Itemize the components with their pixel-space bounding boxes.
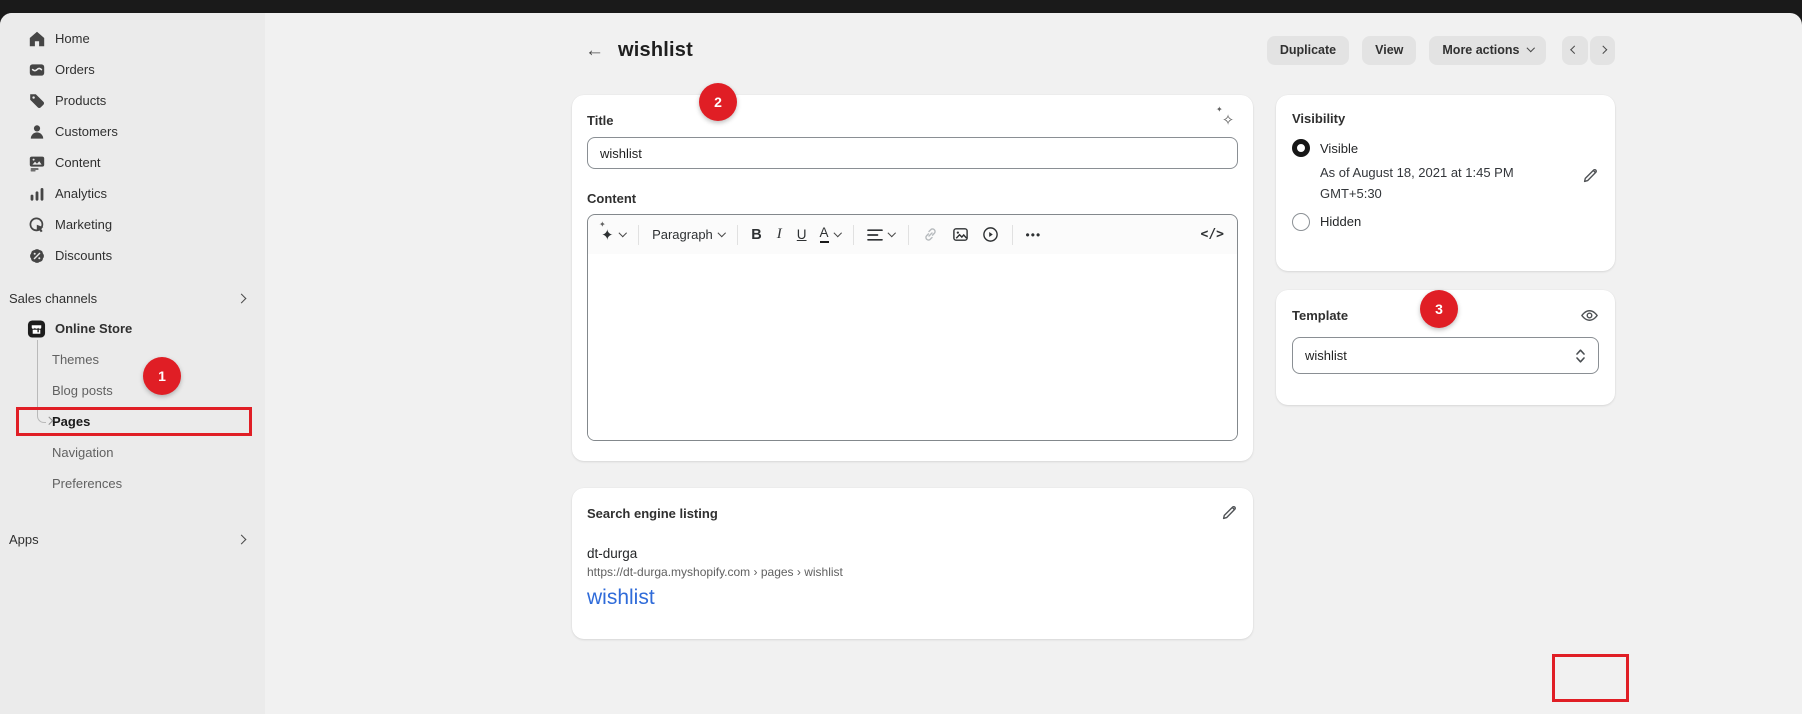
annotation-box-pages [16, 407, 252, 436]
link-button[interactable] [922, 226, 939, 243]
pencil-icon [1581, 167, 1599, 185]
admin-window: Home Orders Products Customers Content [0, 13, 1802, 714]
marketing-icon [27, 215, 46, 234]
italic-button[interactable]: I [775, 226, 784, 243]
visible-radio[interactable] [1292, 139, 1310, 157]
link-icon [922, 226, 939, 243]
alignment-button[interactable] [867, 228, 895, 242]
visibility-schedule: As of August 18, 2021 at 1:45 PM GMT+5:3… [1320, 163, 1514, 205]
preview-template-button[interactable] [1580, 306, 1599, 325]
seo-card: Search engine listing dt-durga https://d… [572, 488, 1253, 639]
align-left-icon [867, 228, 883, 242]
seo-page-link[interactable]: wishlist [587, 586, 655, 610]
annotation-step-2: 2 [699, 83, 737, 121]
ai-assist-button[interactable]: ✦✦ [601, 226, 625, 244]
content-textarea[interactable] [588, 254, 1237, 441]
chevron-right-icon [1598, 46, 1606, 54]
chevron-down-icon [888, 229, 896, 237]
show-html-button[interactable]: </> [1201, 227, 1224, 242]
chevron-right-icon [237, 534, 247, 544]
editor-toolbar: ✦✦ Paragraph B I U A [588, 215, 1237, 254]
seo-card-title: Search engine listing [587, 506, 718, 521]
chevron-down-icon [618, 229, 626, 237]
hidden-label: Hidden [1320, 214, 1361, 229]
products-icon [27, 91, 46, 110]
back-button[interactable]: ← [585, 41, 604, 60]
seo-breadcrumb-url: https://dt-durga.myshopify.com › pages ›… [587, 565, 1238, 579]
paragraph-style-dropdown[interactable]: Paragraph [652, 227, 724, 242]
rich-text-editor: ✦✦ Paragraph B I U A [587, 214, 1238, 441]
eye-icon [1580, 306, 1599, 325]
sidebar-item-orders[interactable]: Orders [0, 54, 265, 85]
sidebar-item-analytics[interactable]: Analytics [0, 178, 265, 209]
page-title: wishlist [618, 39, 693, 62]
insert-video-button[interactable] [982, 226, 999, 243]
insert-image-button[interactable] [952, 226, 969, 243]
orders-icon [27, 60, 46, 79]
underline-button[interactable]: U [797, 227, 807, 242]
bold-button[interactable]: B [751, 227, 761, 243]
image-icon [952, 226, 969, 243]
template-select[interactable]: wishlist [1292, 337, 1599, 374]
text-color-button[interactable]: A [820, 226, 841, 243]
edit-visibility-button[interactable] [1581, 167, 1599, 185]
visibility-card: Visibility Visible As of August 18, 2021… [1276, 95, 1615, 271]
pencil-icon [1220, 504, 1238, 522]
duplicate-button[interactable]: Duplicate [1267, 36, 1349, 65]
content-icon [27, 153, 46, 172]
updown-stepper-icon [1575, 348, 1586, 364]
sidebar-item-home[interactable]: Home [0, 23, 265, 54]
home-icon [27, 29, 46, 48]
title-input[interactable] [587, 137, 1238, 169]
chevron-left-icon [1571, 46, 1579, 54]
sidebar-section-apps[interactable]: Apps [0, 524, 265, 554]
ai-sparkle-icon[interactable]: ✧ ✦ [1218, 111, 1238, 129]
sidebar-item-preferences[interactable]: Preferences [0, 468, 265, 499]
sidebar-item-content[interactable]: Content [0, 147, 265, 178]
more-actions-button[interactable]: More actions [1429, 36, 1546, 65]
sidebar-item-marketing[interactable]: Marketing [0, 209, 265, 240]
sidebar: Home Orders Products Customers Content [0, 13, 265, 714]
annotation-box-save [1552, 654, 1629, 702]
discounts-icon [27, 246, 46, 265]
title-label: Title [587, 113, 614, 128]
sidebar-item-navigation[interactable]: Navigation [0, 437, 265, 468]
more-tools-button[interactable]: ••• [1026, 228, 1042, 242]
page-header: ← wishlist Duplicate View More actions [585, 35, 1615, 65]
sidebar-item-products[interactable]: Products [0, 85, 265, 116]
annotation-step-3: 3 [1420, 290, 1458, 328]
online-store-icon [27, 319, 46, 338]
visibility-title: Visibility [1292, 111, 1599, 126]
chevron-down-icon [1526, 44, 1534, 52]
seo-site-name: dt-durga [587, 546, 1238, 561]
view-button[interactable]: View [1362, 36, 1416, 65]
title-content-card: Title ✧ ✦ Content ✦✦ [572, 95, 1253, 461]
edit-seo-button[interactable] [1220, 504, 1238, 522]
hidden-radio[interactable] [1292, 213, 1310, 231]
pager [1562, 36, 1615, 65]
analytics-icon [27, 184, 46, 203]
chevron-down-icon [833, 229, 841, 237]
visible-label: Visible [1320, 141, 1358, 156]
sidebar-section-sales-channels[interactable]: Sales channels [0, 283, 265, 313]
template-title: Template [1292, 308, 1348, 323]
chevron-down-icon [718, 229, 726, 237]
side-column: Visibility Visible As of August 18, 2021… [1276, 95, 1615, 405]
next-page-button[interactable] [1590, 36, 1616, 65]
customers-icon [27, 122, 46, 141]
header-actions: Duplicate View More actions [1267, 36, 1615, 65]
chevron-right-icon [237, 293, 247, 303]
sidebar-item-customers[interactable]: Customers [0, 116, 265, 147]
annotation-step-1: 1 [143, 357, 181, 395]
play-circle-icon [982, 226, 999, 243]
content-label: Content [587, 191, 1238, 206]
previous-page-button[interactable] [1562, 36, 1588, 65]
sidebar-item-discounts[interactable]: Discounts [0, 240, 265, 271]
main-column: Title ✧ ✦ Content ✦✦ [572, 95, 1253, 639]
